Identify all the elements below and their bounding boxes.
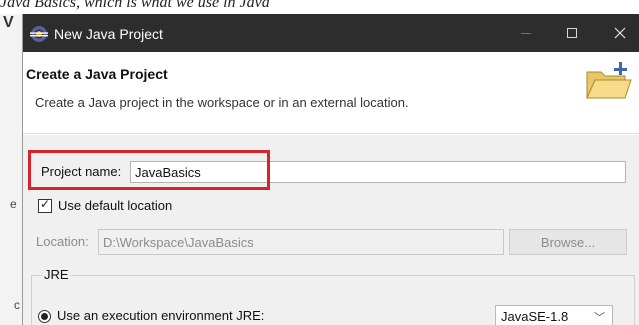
location-row: Location: Browse... (36, 229, 628, 255)
maximize-icon (567, 28, 577, 38)
minimize-icon (521, 32, 531, 34)
maximize-button[interactable] (549, 14, 595, 52)
use-default-location-label[interactable]: Use default location (58, 198, 172, 213)
window-title: New Java Project (54, 26, 163, 42)
selected-environment: JavaSE-1.8 (501, 309, 569, 324)
execution-environment-select[interactable]: JavaSE-1.8 ﹀ (495, 305, 613, 325)
background-mark: V (3, 14, 14, 31)
chevron-down-icon: ﹀ (594, 312, 605, 324)
new-java-project-dialog: New Java Project Create a Java Project C… (22, 14, 639, 325)
close-icon (614, 27, 626, 39)
annotation-highlight-box (28, 150, 270, 190)
browse-button: Browse... (509, 229, 627, 255)
folder-icon (586, 62, 632, 99)
title-bar[interactable]: New Java Project (23, 14, 639, 52)
execution-environment-label[interactable]: Use an execution environment JRE: (57, 308, 264, 323)
background-mark: c (14, 298, 20, 312)
eclipse-app-icon (30, 26, 48, 42)
use-default-location-checkbox[interactable]: ✓ (38, 197, 52, 213)
background-mark: e (10, 197, 17, 211)
checkmark-icon: ✓ (40, 197, 51, 211)
radio-selected-icon (41, 313, 48, 320)
page-title: Create a Java Project (26, 66, 168, 82)
background-text: Java Basics, which is what we use in Jav… (0, 0, 270, 11)
location-input (98, 229, 504, 255)
background-page-left: V e c (0, 14, 22, 325)
dialog-header: Create a Java Project Create a Java proj… (23, 52, 639, 134)
jre-group-label: JRE (42, 267, 71, 282)
jre-group: JRE Use an execution environment JRE: Ja… (31, 267, 635, 325)
execution-environment-radio[interactable] (38, 310, 51, 323)
minimize-button[interactable] (503, 14, 549, 52)
close-button[interactable] (597, 14, 639, 52)
dialog-content: Project name: ✓ Use default location Loc… (23, 135, 639, 325)
page-description: Create a Java project in the workspace o… (35, 95, 409, 110)
background-page-top: Java Basics, which is what we use in Jav… (0, 0, 639, 14)
location-label: Location: (36, 234, 89, 249)
